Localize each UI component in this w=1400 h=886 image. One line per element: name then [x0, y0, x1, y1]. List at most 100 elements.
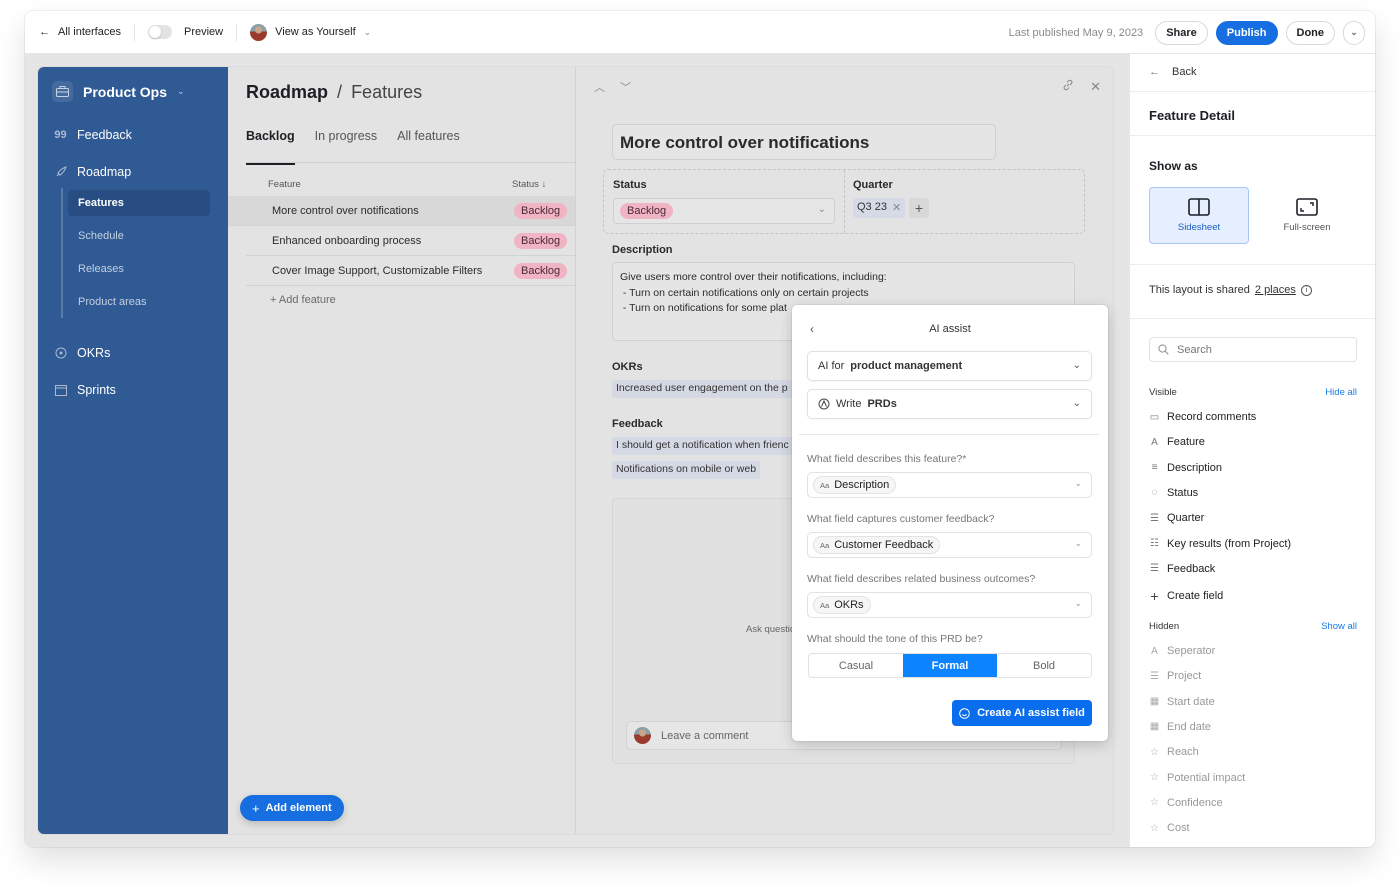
view-as-dropdown[interactable]: View as Yourself ⌄: [250, 23, 371, 41]
done-button[interactable]: Done: [1285, 20, 1335, 45]
shared-layout-note: This layout is shared 2 places i: [1149, 284, 1312, 296]
sidebar-item-roadmap[interactable]: Roadmap: [54, 165, 131, 179]
table-row[interactable]: Cover Image Support, Customizable Filter…: [246, 256, 575, 286]
field-item[interactable]: ≡ Description: [1149, 462, 1222, 474]
column-header-status[interactable]: Status ↓: [512, 179, 546, 190]
table-row[interactable]: More control over notifications Backlog: [228, 196, 575, 226]
divider: [1130, 135, 1375, 136]
visible-section-header: Visible Hide all: [1149, 387, 1357, 398]
arrow-left-icon: ←: [39, 26, 50, 38]
last-published-text: Last published May 9, 2023: [1008, 26, 1144, 39]
field-item[interactable]: ▭ Record comments: [1149, 411, 1257, 423]
back-button[interactable]: ← Back: [1149, 66, 1196, 78]
ai-action-dropdown[interactable]: Write PRDs ⌄: [807, 389, 1092, 419]
tone-segmented-control: Casual Formal Bold: [808, 653, 1092, 678]
tab-in-progress[interactable]: In progress: [315, 129, 378, 165]
feedback-field-select[interactable]: Aa Customer Feedback ⌄: [807, 532, 1092, 558]
quarter-chip[interactable]: Q3 23 ✕: [853, 198, 906, 218]
search-icon: [1158, 344, 1169, 355]
sidebar-subitem-schedule[interactable]: Schedule: [68, 223, 210, 249]
field-item[interactable]: ☆ Reach: [1149, 746, 1199, 758]
publish-button[interactable]: Publish: [1215, 20, 1278, 45]
share-button[interactable]: Share: [1155, 20, 1208, 45]
field-item[interactable]: ▦ End date: [1149, 721, 1211, 733]
close-icon[interactable]: ✕: [1090, 79, 1101, 95]
field-item[interactable]: ▦ Start date: [1149, 696, 1215, 708]
preview-toggle[interactable]: Preview: [147, 25, 223, 39]
chevron-down-icon: ⌄: [1350, 27, 1358, 37]
record-title-field[interactable]: More control over notifications: [612, 124, 996, 160]
text-field-icon: Aa: [820, 600, 830, 610]
workspace-switcher[interactable]: Product Ops ⌄: [52, 81, 185, 102]
feedback-link-chip[interactable]: Notifications on mobile or web: [612, 461, 761, 479]
sidebar-subitem-features[interactable]: Features: [68, 190, 210, 216]
field-item[interactable]: ◌ Status: [1149, 487, 1199, 499]
breadcrumb: Roadmap / Features: [246, 82, 422, 103]
show-as-full-screen[interactable]: Full-screen: [1257, 187, 1357, 244]
sidebar-item-okrs[interactable]: OKRs: [54, 346, 110, 360]
create-field-button[interactable]: + Create field: [1149, 588, 1223, 604]
text-field-icon: Aa: [820, 480, 830, 490]
link-field-icon: ☰: [1150, 670, 1159, 682]
tone-option-formal[interactable]: Formal: [903, 654, 997, 677]
field-item[interactable]: ☰ Feedback: [1149, 563, 1215, 575]
breadcrumb-separator: /: [337, 82, 343, 102]
subnav-line: [61, 188, 63, 318]
status-select[interactable]: Backlog ⌄: [613, 198, 835, 224]
record-nav: ︿ ﹀: [594, 79, 631, 95]
description-label: Description: [612, 244, 673, 256]
shared-places-link[interactable]: 2 places: [1255, 284, 1296, 296]
add-quarter-button[interactable]: +: [909, 198, 929, 218]
date-icon: ▦: [1149, 721, 1160, 733]
tab-bar: Backlog In progress All features: [246, 129, 460, 165]
remove-icon[interactable]: ✕: [892, 201, 901, 215]
toggle-switch[interactable]: [147, 25, 172, 39]
all-interfaces-link[interactable]: ← All interfaces: [39, 26, 121, 38]
add-feature-button[interactable]: + Add feature: [270, 294, 336, 306]
feature-field-select[interactable]: Aa Description ⌄: [807, 472, 1092, 498]
field-item[interactable]: ☰ Quarter: [1149, 512, 1204, 524]
outcomes-field-select[interactable]: Aa OKRs ⌄: [807, 592, 1092, 618]
show-as-sidesheet[interactable]: Sidesheet: [1149, 187, 1249, 244]
chevron-down-icon: ⌄: [817, 204, 826, 215]
text-field-icon: Aa: [820, 540, 830, 550]
plus-icon: +: [270, 294, 277, 306]
breadcrumb-parent[interactable]: Roadmap: [246, 82, 328, 102]
link-field-icon: ☰: [1150, 512, 1159, 524]
table-row[interactable]: Enhanced onboarding process Backlog: [246, 226, 575, 256]
link-icon[interactable]: [1062, 79, 1074, 95]
sidebar-item-sprints[interactable]: Sprints: [54, 383, 116, 397]
feature-name: Enhanced onboarding process: [272, 234, 422, 247]
field-item[interactable]: ☷ Key results (from Project): [1149, 538, 1291, 550]
add-element-button[interactable]: + Add element: [240, 795, 344, 821]
column-header-feature[interactable]: Feature: [268, 179, 301, 190]
sidebar-subitem-releases[interactable]: Releases: [68, 256, 210, 282]
hide-all-button[interactable]: Hide all: [1325, 387, 1357, 398]
field-item[interactable]: ☆ Confidence: [1149, 797, 1223, 809]
sidebar-subitem-product-areas[interactable]: Product areas: [68, 289, 210, 315]
tone-option-bold[interactable]: Bold: [997, 654, 1091, 677]
show-all-button[interactable]: Show all: [1321, 621, 1357, 632]
ai-category-dropdown[interactable]: AI for product management ⌄: [807, 351, 1092, 381]
chevron-up-icon[interactable]: ︿: [594, 79, 605, 95]
tab-all-features[interactable]: All features: [397, 129, 460, 165]
feedback-link-chip[interactable]: I should get a notification when frienc: [612, 437, 802, 455]
tab-backlog[interactable]: Backlog: [246, 129, 295, 165]
tone-option-casual[interactable]: Casual: [809, 654, 903, 677]
field-search-input[interactable]: Search: [1149, 337, 1357, 362]
star-icon: ☆: [1150, 772, 1159, 783]
chevron-down-icon[interactable]: ﹀: [620, 79, 631, 95]
field-item[interactable]: A Seperator: [1149, 645, 1215, 657]
create-ai-assist-field-button[interactable]: Create AI assist field: [952, 700, 1092, 726]
feature-name: Cover Image Support, Customizable Filter…: [272, 264, 483, 277]
field-item[interactable]: ☰ Project: [1149, 670, 1201, 682]
field-item[interactable]: ☆ Potential impact: [1149, 772, 1245, 784]
top-bar-actions: Last published May 9, 2023 Share Publish…: [1009, 11, 1365, 54]
field-chip: Aa Description: [813, 476, 897, 494]
field-item[interactable]: A Feature: [1149, 436, 1205, 448]
field-item[interactable]: ☆ Cost: [1149, 822, 1190, 834]
okr-link-chip[interactable]: Increased user engagement on the p: [612, 380, 802, 398]
sidebar-item-feedback[interactable]: 99 Feedback: [54, 128, 132, 142]
more-options-button[interactable]: ⌄: [1343, 20, 1365, 45]
status-badge: Backlog: [620, 203, 674, 219]
